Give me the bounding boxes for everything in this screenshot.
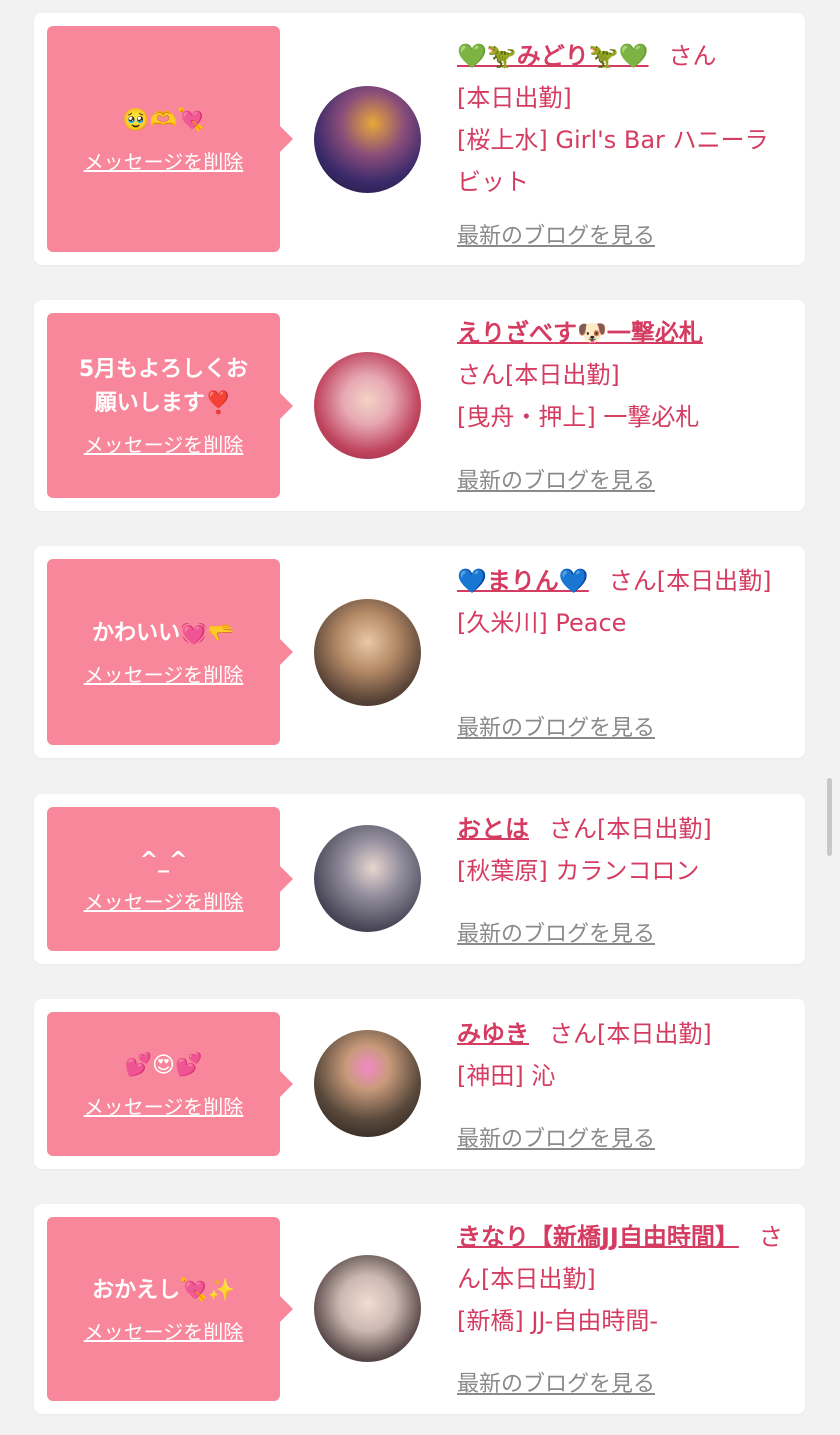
work-status: [本日出勤] <box>597 815 712 843</box>
latest-blog-link[interactable]: 最新のブログを見る <box>457 1121 655 1153</box>
message-bubble: 5月もよろしくお 願いします❣️ メッセージを削除 <box>47 313 293 498</box>
shop-name: [秋葉原] カランコロン <box>457 857 700 885</box>
honorific: さん <box>457 361 505 389</box>
message-text: 💕😍💕 <box>124 1052 203 1078</box>
girl-name-link[interactable]: 💙まりん💙 <box>457 567 589 595</box>
girl-info: おとは さん[本日出勤] [秋葉原] カランコロン <box>457 808 792 892</box>
delete-message-link[interactable]: メッセージを削除 <box>84 1091 244 1120</box>
delete-message-link[interactable]: メッセージを削除 <box>84 886 244 915</box>
girl-info: きなり【新橋JJ自由時間】 さん[本日出勤] [新橋] JJ-自由時間- <box>457 1216 792 1342</box>
honorific: さん <box>549 815 597 843</box>
girl-name-link[interactable]: みゆき <box>457 1020 529 1048</box>
shop-name: [久米川] Peace <box>457 609 627 637</box>
latest-blog-link[interactable]: 最新のブログを見る <box>457 710 655 742</box>
avatar[interactable] <box>314 86 421 193</box>
avatar[interactable] <box>314 1030 421 1137</box>
shop-name: [新橋] JJ-自由時間- <box>457 1307 658 1335</box>
latest-blog-link[interactable]: 最新のブログを見る <box>457 463 655 495</box>
shop-name: [桜上水] Girl's Bar ハニーラビット <box>457 126 769 196</box>
message-card: 💕😍💕 メッセージを削除 みゆき さん[本日出勤] [神田] 沁 最新のブログを見… <box>34 999 805 1169</box>
message-card: 5月もよろしくお 願いします❣️ メッセージを削除 えりざべす🐶一撃必札 さん[… <box>34 300 805 511</box>
message-bubble: ^_^ メッセージを削除 <box>47 807 293 951</box>
girl-info: 💚🦖みどり🦖💚 さん [本日出勤] [桜上水] Girl's Bar ハニーラビッ… <box>457 35 792 203</box>
shop-name: [曳舟・押上] 一撃必札 <box>457 403 700 431</box>
message-bubble: 🥹🫶💘 メッセージを削除 <box>47 26 293 252</box>
delete-message-link[interactable]: メッセージを削除 <box>84 659 244 688</box>
work-status: [本日出勤] <box>505 361 620 389</box>
girl-info: えりざべす🐶一撃必札 さん[本日出勤] [曳舟・押上] 一撃必札 <box>457 312 792 438</box>
message-text: 🥹🫶💘 <box>122 107 205 133</box>
message-bubble: おかえし💘✨ メッセージを削除 <box>47 1217 293 1401</box>
avatar[interactable] <box>314 825 421 932</box>
message-bubble: 💕😍💕 メッセージを削除 <box>47 1012 293 1156</box>
delete-message-link[interactable]: メッセージを削除 <box>84 429 244 458</box>
message-text: おかえし💘✨ <box>92 1277 235 1303</box>
message-card: おかえし💘✨ メッセージを削除 きなり【新橋JJ自由時間】 さん[本日出勤] [新… <box>34 1204 805 1414</box>
girl-info: 💙まりん💙 さん[本日出勤] [久米川] Peace <box>457 560 792 644</box>
avatar[interactable] <box>314 1255 421 1362</box>
latest-blog-link[interactable]: 最新のブログを見る <box>457 916 655 948</box>
delete-message-link[interactable]: メッセージを削除 <box>84 146 244 175</box>
girl-name-link[interactable]: 💚🦖みどり🦖💚 <box>457 42 649 70</box>
honorific: さん <box>608 567 657 595</box>
honorific: さん <box>668 42 717 70</box>
scrollbar[interactable] <box>827 778 832 856</box>
message-card: かわいい💓🫳 メッセージを削除 💙まりん💙 さん[本日出勤] [久米川] Peac… <box>34 546 805 758</box>
work-status: [本日出勤] <box>597 1020 712 1048</box>
work-status: [本日出勤] <box>457 84 572 112</box>
honorific: さん <box>549 1020 597 1048</box>
girl-info: みゆき さん[本日出勤] [神田] 沁 <box>457 1013 792 1097</box>
message-card: ^_^ メッセージを削除 おとは さん[本日出勤] [秋葉原] カランコロン 最新… <box>34 794 805 964</box>
work-status: [本日出勤] <box>481 1265 596 1293</box>
delete-message-link[interactable]: メッセージを削除 <box>84 1316 244 1345</box>
message-list: 🥹🫶💘 メッセージを削除 💚🦖みどり🦖💚 さん [本日出勤] [桜上水] Girl… <box>0 0 840 1435</box>
latest-blog-link[interactable]: 最新のブログを見る <box>457 1366 655 1398</box>
avatar[interactable] <box>314 352 421 459</box>
latest-blog-link[interactable]: 最新のブログを見る <box>457 218 655 250</box>
message-text: ^_^ <box>139 847 188 873</box>
message-card: 🥹🫶💘 メッセージを削除 💚🦖みどり🦖💚 さん [本日出勤] [桜上水] Girl… <box>34 13 805 265</box>
message-bubble: かわいい💓🫳 メッセージを削除 <box>47 559 293 745</box>
message-text: かわいい💓🫳 <box>92 620 235 646</box>
girl-name-link[interactable]: きなり【新橋JJ自由時間】 <box>457 1223 739 1251</box>
girl-name-link[interactable]: えりざべす🐶一撃必札 <box>457 319 703 347</box>
girl-name-link[interactable]: おとは <box>457 815 529 843</box>
shop-name: [神田] 沁 <box>457 1062 556 1090</box>
message-text: 5月もよろしくお 願いします❣️ <box>78 357 249 416</box>
work-status: [本日出勤] <box>656 567 772 595</box>
avatar[interactable] <box>314 599 421 706</box>
